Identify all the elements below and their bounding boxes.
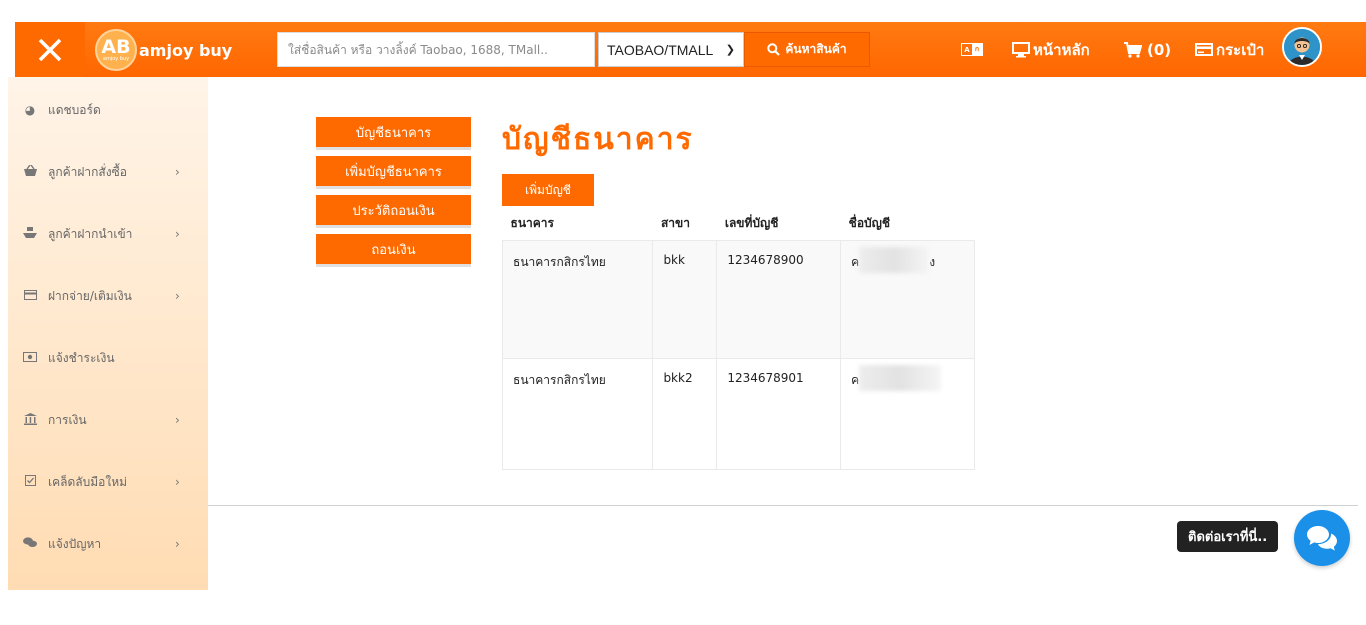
sidebar-item-label: เคล็ดลับมือใหม่ xyxy=(48,474,128,489)
top-header: AB amjoy buy amjoy buy TAOBAO/TMALL ❯ ค้… xyxy=(15,22,1366,77)
logo-badge-text: AB xyxy=(101,36,131,58)
cell-branch: bkk2 xyxy=(652,357,718,470)
cell-account-no: 1234678901 xyxy=(716,357,842,470)
cart-icon xyxy=(1124,41,1142,58)
ship-icon xyxy=(22,226,38,242)
chat-icon xyxy=(1307,526,1337,551)
search-button[interactable]: ค้นหาสินค้า xyxy=(744,32,870,67)
account-name-prefix: ค xyxy=(851,372,860,387)
redacted-name xyxy=(859,364,942,391)
add-account-button[interactable]: เพิ่มบัญชี xyxy=(502,174,594,206)
sidebar-item-label: แจ้งปัญหา xyxy=(48,536,102,551)
brand-logo[interactable]: AB amjoy buy amjoy buy xyxy=(95,28,232,72)
redacted-name xyxy=(859,246,930,273)
chevron-right-icon: › xyxy=(175,227,180,241)
sidebar-item-label: แจ้งชำระเงิน xyxy=(48,350,115,365)
avatar[interactable] xyxy=(1282,27,1322,67)
pie-chart-icon: ◕ xyxy=(24,103,36,117)
column-header-branch: สาขา xyxy=(660,216,690,231)
page-title: บัญชีธนาคาร xyxy=(502,122,694,157)
cart-link[interactable]: (0) xyxy=(1124,22,1171,77)
credit-card-icon xyxy=(1195,43,1213,56)
chevron-down-icon: ❯ xyxy=(725,44,735,56)
cell-bank: ธนาคารกสิกรไทย xyxy=(501,357,654,470)
table-header-row: ธนาคาร สาขา เลขที่บัญชี ชื่อบัญชี xyxy=(503,208,975,240)
bank-icon xyxy=(22,412,38,428)
search-icon xyxy=(767,43,781,56)
source-select[interactable]: TAOBAO/TMALL ❯ xyxy=(598,32,744,67)
add-account-button-label: เพิ่มบัญชี xyxy=(525,182,571,197)
close-icon xyxy=(38,38,62,61)
monitor-icon xyxy=(1012,41,1030,57)
source-select-value: TAOBAO/TMALL xyxy=(607,41,714,58)
sidebar-item-payment-topup[interactable]: ฝากจ่าย/เติมเงิน › xyxy=(8,281,208,311)
column-header-account-no: เลขที่บัญชี xyxy=(724,216,779,231)
chevron-right-icon: › xyxy=(175,165,180,179)
sidebar-item-payment-notify[interactable]: แจ้งชำระเงิน xyxy=(8,343,208,373)
sidebar-item-label: ฝากจ่าย/เติมเงิน xyxy=(48,288,132,303)
chevron-right-icon: › xyxy=(175,537,180,551)
account-name-suffix: ง xyxy=(929,254,936,269)
language-switch[interactable]: A ก xyxy=(961,22,983,77)
language-icon: A ก xyxy=(961,43,983,56)
sidebar-item-label: แดชบอร์ด xyxy=(48,102,101,117)
search-input[interactable] xyxy=(277,32,595,67)
content-divider xyxy=(208,505,1358,506)
chevron-right-icon: › xyxy=(175,289,180,303)
cell-account-name: ค xyxy=(840,357,975,470)
cell-branch: bkk xyxy=(652,239,718,359)
sidebar: ◕ แดชบอร์ด ลูกค้าฝากสั่งซื้อ › ลูกค้าฝาก… xyxy=(8,77,208,590)
money-icon xyxy=(22,351,38,365)
sidebar-item-finance[interactable]: การเงิน › xyxy=(8,405,208,435)
cart-count: (0) xyxy=(1147,40,1172,59)
sidebar-item-beginner-tips[interactable]: เคล็ดลับมือใหม่ › xyxy=(8,467,208,497)
checkbox-icon xyxy=(22,475,38,489)
chat-button[interactable] xyxy=(1294,510,1350,566)
cell-account-name: คง xyxy=(840,239,975,359)
credit-card-icon xyxy=(22,289,38,303)
cell-bank: ธนาคารกสิกรไทย xyxy=(501,239,654,359)
sidebar-item-import-service[interactable]: ลูกค้าฝากนำเข้า › xyxy=(8,219,208,249)
logo-text: amjoy buy xyxy=(139,40,233,60)
close-menu-button[interactable] xyxy=(15,22,85,77)
menu-bank-accounts[interactable]: บัญชีธนาคาร xyxy=(316,117,471,150)
bank-accounts-table: ธนาคาร สาขา เลขที่บัญชี ชื่อบัญชี ธนาคาร… xyxy=(501,208,975,470)
menu-withdraw[interactable]: ถอนเงิน xyxy=(316,234,471,267)
logo-badge-small-text: amjoy buy xyxy=(102,56,130,62)
user-avatar-icon xyxy=(1284,29,1320,65)
sidebar-item-dashboard[interactable]: ◕ แดชบอร์ด xyxy=(8,95,208,125)
wallet-link-label: กระเป๋า xyxy=(1216,40,1265,59)
search-button-label: ค้นหาสินค้า xyxy=(785,42,847,56)
sidebar-item-label: ลูกค้าฝากสั่งซื้อ xyxy=(48,164,127,179)
menu-item-label: บัญชีธนาคาร xyxy=(355,125,432,141)
sidebar-item-order-service[interactable]: ลูกค้าฝากสั่งซื้อ › xyxy=(8,157,208,187)
comments-icon xyxy=(22,537,38,551)
chevron-right-icon: › xyxy=(175,475,180,489)
home-link[interactable]: หน้าหลัก xyxy=(1012,22,1090,77)
chevron-right-icon: › xyxy=(175,413,180,427)
wallet-link[interactable]: กระเป๋า xyxy=(1195,22,1264,77)
menu-item-label: ประวัติถอนเงิน xyxy=(352,203,435,219)
home-link-label: หน้าหลัก xyxy=(1033,40,1090,59)
contact-us-label[interactable]: ติดต่อเราที่นี่.. xyxy=(1177,521,1279,552)
column-header-account-name: ชื่อบัญชี xyxy=(848,216,891,231)
account-name-prefix: ค xyxy=(851,254,860,269)
menu-withdraw-history[interactable]: ประวัติถอนเงิน xyxy=(316,195,471,228)
menu-item-label: เพิ่มบัญชีธนาคาร xyxy=(345,164,442,180)
logo-badge: AB amjoy buy xyxy=(95,29,137,71)
column-header-bank: ธนาคาร xyxy=(510,216,554,231)
sidebar-item-report-problem[interactable]: แจ้งปัญหา › xyxy=(8,529,208,559)
menu-add-bank-account[interactable]: เพิ่มบัญชีธนาคาร xyxy=(316,156,471,189)
table-row[interactable]: ธนาคารกสิกรไทย bkk 1234678900 คง xyxy=(501,239,975,359)
sidebar-item-label: ลูกค้าฝากนำเข้า xyxy=(48,226,133,241)
menu-item-label: ถอนเงิน xyxy=(371,242,416,258)
basket-icon xyxy=(22,164,38,179)
sidebar-item-label: การเงิน xyxy=(48,412,87,427)
table-row[interactable]: ธนาคารกสิกรไทย bkk2 1234678901 ค xyxy=(501,357,975,470)
cell-account-no: 1234678900 xyxy=(716,239,842,359)
language-icon-left: A xyxy=(964,45,970,54)
language-icon-right: ก xyxy=(972,44,982,55)
